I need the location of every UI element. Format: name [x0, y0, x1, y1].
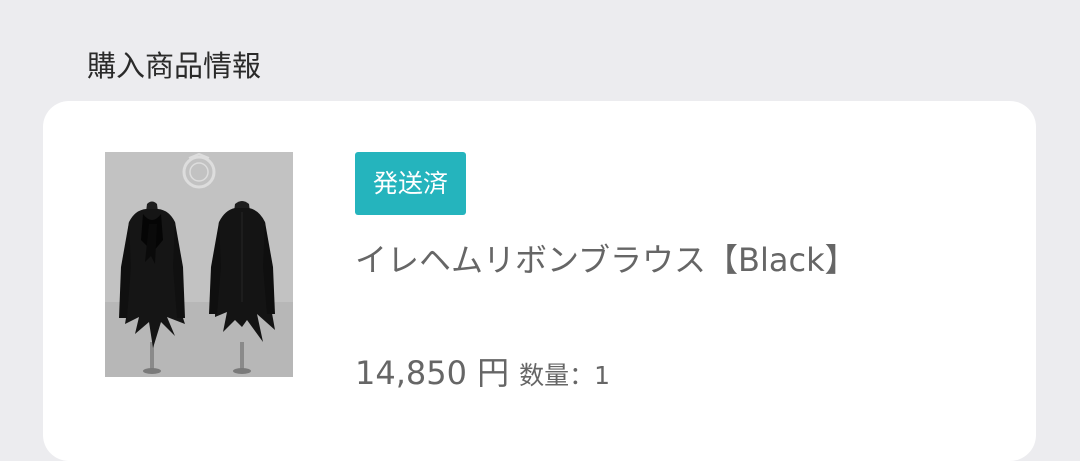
price: 14,850 円	[355, 354, 510, 392]
status-badge: 発送済	[355, 152, 467, 215]
quantity-value: 1	[594, 361, 611, 390]
product-name[interactable]: イレヘムリボンブラウス【Black】	[355, 238, 857, 282]
product-image[interactable]	[105, 152, 293, 377]
section-title: 購入商品情報	[87, 49, 262, 83]
quantity-label: 数量：	[519, 361, 595, 390]
price-quantity-row: 14,850 円数量：1	[355, 351, 610, 401]
order-item-card: 発送済 イレヘムリボンブラウス【Black】 14,850 円数量：1	[43, 101, 1036, 461]
